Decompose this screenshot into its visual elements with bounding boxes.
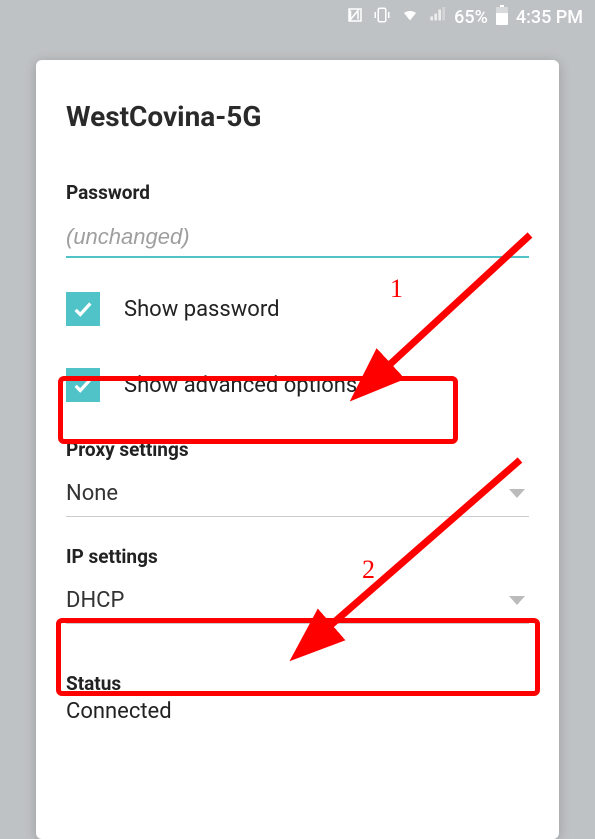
show-advanced-checkbox[interactable] <box>66 368 100 402</box>
proxy-settings-dropdown[interactable]: None <box>66 471 529 517</box>
wifi-settings-dialog: WestCovina-5G Password Show password Sho… <box>36 60 559 839</box>
battery-percent: 65% <box>454 7 488 28</box>
signal-icon <box>428 7 446 28</box>
show-advanced-row[interactable]: Show advanced options <box>66 360 529 410</box>
status-value: Connected <box>66 699 529 724</box>
show-password-checkbox[interactable] <box>66 292 100 326</box>
chevron-down-icon <box>509 596 525 605</box>
password-label: Password <box>66 181 529 204</box>
battery-icon <box>496 5 508 30</box>
nfc-icon <box>346 6 364 29</box>
ip-value: DHCP <box>66 588 124 613</box>
show-password-row[interactable]: Show password <box>66 284 529 334</box>
password-input[interactable] <box>66 218 529 258</box>
vibrate-icon <box>372 6 392 29</box>
status-bar: 65% 4:35 PM <box>0 0 595 34</box>
proxy-settings-label: Proxy settings <box>66 438 529 461</box>
clock: 4:35 PM <box>516 7 583 28</box>
network-name: WestCovina-5G <box>66 100 529 133</box>
proxy-value: None <box>66 481 118 506</box>
show-advanced-label: Show advanced options <box>124 373 357 398</box>
status-block: Status Connected <box>66 672 529 724</box>
ip-settings-label: IP settings <box>66 545 529 568</box>
wifi-icon <box>400 7 420 28</box>
chevron-down-icon <box>509 489 525 498</box>
ip-settings-dropdown[interactable]: DHCP <box>66 578 529 624</box>
show-password-label: Show password <box>124 297 279 322</box>
status-label: Status <box>66 672 529 695</box>
